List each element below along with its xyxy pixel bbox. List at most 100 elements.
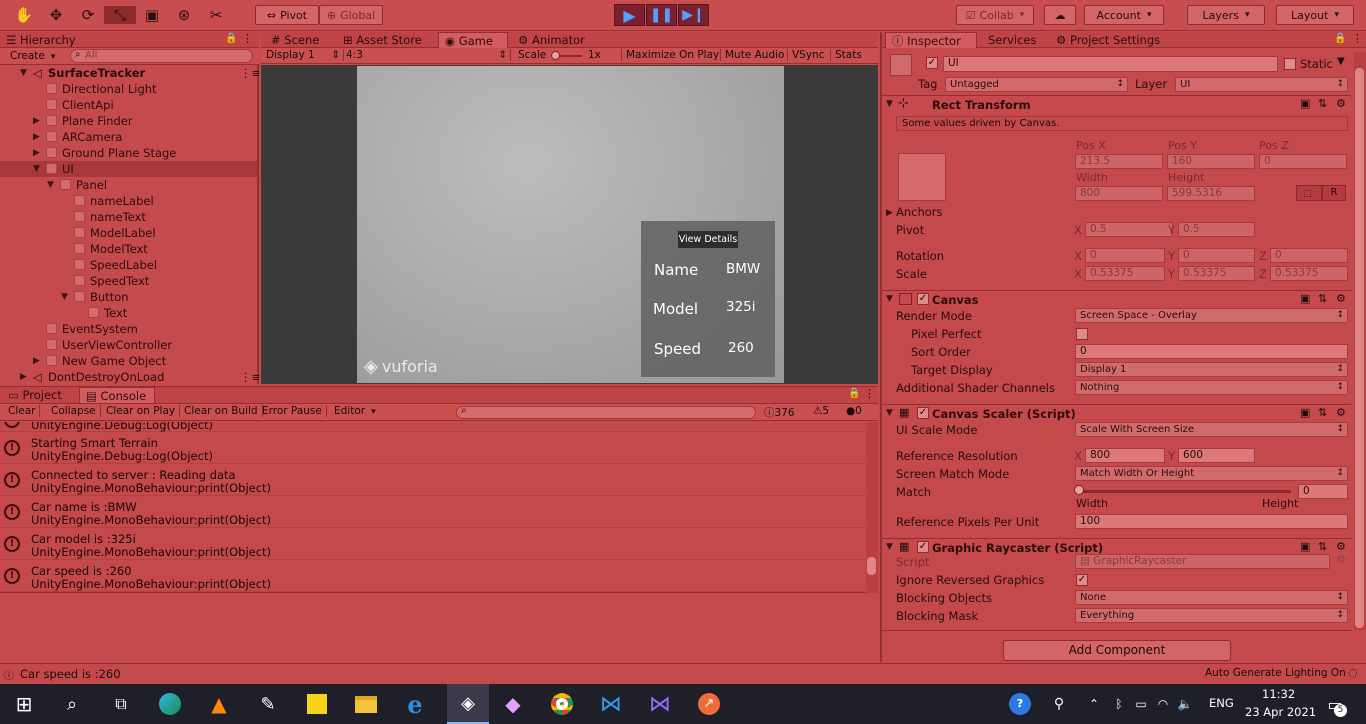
collapse-arrow-icon[interactable]: ▼ [886,542,893,552]
expand-arrow-icon[interactable]: ▶ [33,353,40,369]
tree-item[interactable]: ▼ ◁ SurfaceTracker ⋮≡ [0,65,259,81]
help-icon[interactable]: ▣ [1300,97,1310,110]
postman-icon[interactable]: ↗ [696,692,722,716]
chevron-up-icon[interactable]: ⌃ [1083,692,1105,716]
static-dropdown-icon[interactable]: ▼ [1337,56,1345,67]
tree-item[interactable]: ▶ Plane Finder [0,113,257,129]
settings-gear-icon[interactable]: ⚙ [1336,292,1346,305]
tree-item[interactable]: nameText [0,209,257,225]
layer-dropdown[interactable]: UI [1175,77,1348,92]
clock-date[interactable]: 23 Apr 2021 [1245,705,1316,719]
console-scrollbar[interactable] [866,422,878,593]
hierarchy-search-field[interactable]: ⌕ All [70,49,253,63]
tree-item[interactable]: ▶ ◁ DontDestroyOnLoad ⋮≡ [0,369,259,384]
tree-item[interactable]: ▶ Ground Plane Stage [0,145,257,161]
tree-item[interactable]: ▼ Button [0,289,257,305]
windows-start-icon[interactable]: ⊞ [11,692,37,716]
collapse-arrow-icon[interactable]: ▼ [886,99,893,109]
tree-item[interactable]: SpeedText [0,273,257,289]
expand-arrow-icon[interactable]: ▶ [33,145,40,161]
lock-icon[interactable]: 🔒 [1334,33,1346,44]
canvas-scaler-header[interactable]: ▼ ▦ ✓ Canvas Scaler (Script) ▣ ⇅ ⚙ [882,404,1351,422]
match-slider-track[interactable] [1078,490,1291,493]
canvas-header[interactable]: ▼ ✓ Canvas ▣ ⇅ ⚙ [882,290,1351,308]
sort-order-field[interactable]: 0 [1075,344,1348,359]
file-explorer-icon[interactable] [353,692,379,716]
sticky-notes-icon[interactable] [304,692,330,716]
wifi-icon[interactable]: ◠ [1152,692,1174,716]
inspector-scrollbar[interactable] [1354,52,1366,630]
blocking-mask-dropdown[interactable]: Everything [1075,608,1348,623]
posx-field[interactable]: 213.5 [1075,154,1163,169]
rect-tool-icon[interactable]: ▣ [136,6,168,24]
tree-item-selected[interactable]: ▼ UI [0,161,257,177]
custom-tool-icon[interactable]: ✂ [200,6,232,24]
tab-console[interactable]: ▤ Console [79,387,155,403]
vlc-icon[interactable]: ▲ [206,692,232,716]
menu-icon[interactable]: ⋮ [864,387,875,400]
clock-time[interactable]: 11:32 [1262,687,1295,701]
tree-item[interactable]: SpeedLabel [0,257,257,273]
tab-inspector[interactable]: ⓘ Inspector [885,32,977,48]
ui-scale-mode-dropdown[interactable]: Scale With Screen Size [1075,422,1348,437]
pixels-per-unit-field[interactable]: 100 [1075,514,1348,529]
rect-transform-header[interactable]: ▼ ⊹ Rect Transform ▣ ⇅ ⚙ [882,95,1351,113]
tab-animator[interactable]: ⚙ Animator [512,32,591,48]
clear-button[interactable]: Clear [4,405,41,417]
error-pause-toggle[interactable]: Error Pause [258,405,327,417]
tab-project[interactable]: ▭ Project [2,387,68,403]
tree-item[interactable]: ModelLabel [0,225,257,241]
pivot-x-field[interactable]: 0.5 [1085,222,1173,237]
tree-item[interactable]: Directional Light [0,81,257,97]
scale-z-field[interactable]: 0.53375 [1270,266,1348,281]
posz-field[interactable]: 0 [1259,154,1347,169]
rotation-y-field[interactable]: 0 [1178,248,1255,263]
global-button[interactable]: ⊕ Global [319,5,383,25]
log-entry[interactable]: ! UnityEngine.Debug:Log(Object) [0,422,866,432]
tree-item[interactable]: EventSystem [0,321,257,337]
maximize-on-play-toggle[interactable]: Maximize On Play [621,49,719,61]
tree-item[interactable]: Text [0,305,257,321]
people-icon[interactable]: ⚲ [1046,692,1072,716]
help-icon[interactable]: ▣ [1300,406,1310,419]
settings-gear-icon[interactable]: ⚙ [1336,97,1346,110]
rotation-x-field[interactable]: 0 [1085,248,1165,263]
settings-gear-icon[interactable]: ⚙ [1336,406,1346,419]
scale-y-field[interactable]: 0.53375 [1178,266,1255,281]
rotate-tool-icon[interactable]: ⟳ [72,6,104,24]
snip-sketch-icon[interactable]: ✎ [255,692,281,716]
log-entry[interactable]: ! Car model is :325i UnityEngine.MonoBehav… [0,528,866,560]
collab-dropdown[interactable]: ☑ Collab [956,5,1034,25]
tab-scene[interactable]: # Scene [265,32,325,48]
menu-icon[interactable]: ⋮ [242,32,253,45]
shader-channels-dropdown[interactable]: Nothing [1075,380,1348,395]
settings-gear-icon[interactable]: ⚙ [1336,540,1346,553]
editor-dropdown[interactable]: Editor [330,405,380,417]
mute-audio-toggle[interactable]: Mute Audio [720,49,784,61]
tree-item[interactable]: UserViewController [0,337,257,353]
width-field[interactable]: 800 [1075,186,1163,201]
transform-tool-icon[interactable]: ⊛ [168,6,200,24]
collapse-toggle[interactable]: Collapse [47,405,101,417]
presets-icon[interactable]: ⇅ [1318,406,1327,419]
presets-icon[interactable]: ⇅ [1318,292,1327,305]
posy-field[interactable]: 160 [1167,154,1255,169]
search-icon[interactable]: ⌕ [59,692,85,716]
match-field[interactable]: 0 [1298,484,1348,499]
expand-arrow-icon[interactable]: ▼ [20,65,27,81]
object-name-field[interactable]: UI [943,56,1278,72]
tab-project-settings[interactable]: ⚙ Project Settings [1050,32,1166,48]
bluetooth-icon[interactable]: ᛒ [1108,692,1130,716]
height-field[interactable]: 599.5316 [1167,186,1255,201]
pixel-perfect-checkbox[interactable] [1076,328,1088,340]
menu-icon[interactable]: ⋮ [1352,32,1363,45]
log-entry[interactable]: ! Starting Smart Terrain UnityEngine.Debug… [0,432,866,464]
task-view-icon[interactable]: ⧉ [108,692,134,716]
step-button[interactable]: ▶❙ [678,4,709,26]
clear-on-build-toggle[interactable]: Clear on Build [180,405,263,417]
target-display-dropdown[interactable]: Display 1 [1075,362,1348,377]
language-indicator[interactable]: ENG [1209,696,1234,710]
add-component-button[interactable]: Add Component [1003,640,1231,661]
scale-tool-icon[interactable]: ⤡ [104,6,136,24]
layout-dropdown[interactable]: Layout [1276,5,1354,25]
